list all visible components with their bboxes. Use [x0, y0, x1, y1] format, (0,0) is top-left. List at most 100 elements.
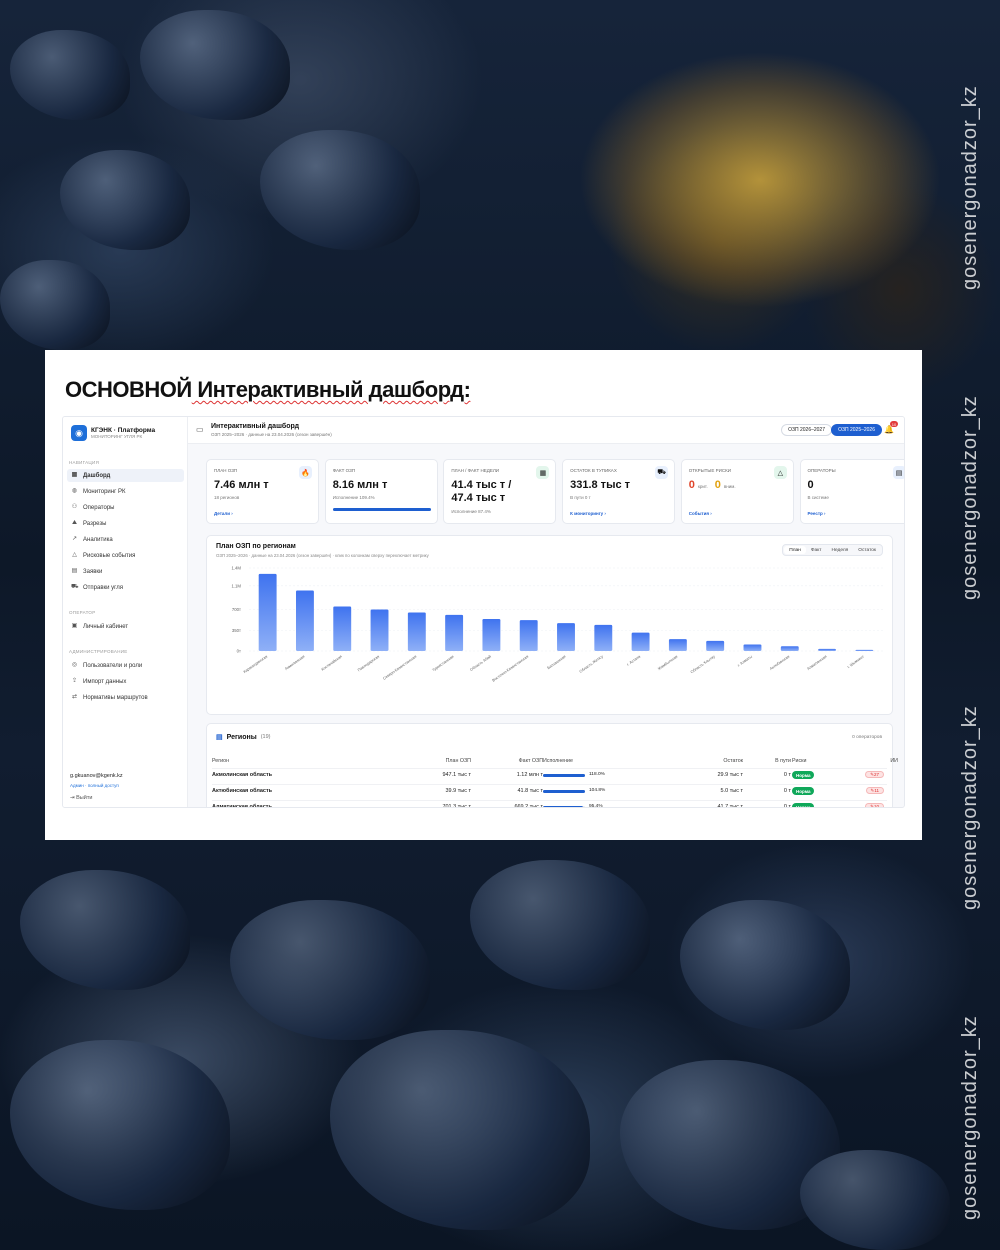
fact-value: 1.12 млн т — [516, 772, 543, 778]
headline: ОСНОВНОЙ Интерактивный дашборд: — [65, 377, 471, 403]
sidebar-item-label: Дашборд — [83, 472, 111, 479]
kpi-link[interactable]: К мониторингу › — [570, 511, 606, 516]
kpi-value: 41.4 тыс т / — [451, 479, 512, 491]
risk-badge: Норма — [792, 787, 815, 795]
chart-bar[interactable] — [445, 614, 464, 651]
kpi-subtext: В системе — [807, 495, 829, 500]
kpi-link[interactable]: События › — [689, 511, 712, 516]
execution-bar — [543, 806, 585, 807]
critical-count: 0 — [688, 479, 695, 491]
sidebar-item[interactable]: ◍ Мониторинг РК — [67, 485, 184, 498]
chart-bar[interactable] — [818, 648, 837, 651]
chart-bar[interactable] — [855, 649, 874, 651]
sidebar-item[interactable]: ▣ Личный кабинет — [67, 620, 184, 633]
ai-badge[interactable]: ✎ 10 — [865, 803, 884, 807]
kpi-label: План / Факт недели — [451, 468, 500, 473]
watermark-text: gosenergonadzor_kz — [959, 705, 981, 910]
sidebar-item-label: Личный кабинет — [83, 623, 129, 630]
ai-badge[interactable]: ✎ 11 — [865, 787, 884, 794]
region-name[interactable]: Актюбинская область — [212, 788, 272, 794]
chart-bar[interactable] — [631, 632, 650, 651]
chart-bar[interactable] — [594, 624, 613, 651]
watermark-text: gosenergonadzor_kz — [959, 395, 981, 600]
logout-button[interactable]: ⇥ Выйти — [70, 795, 92, 801]
x-tick-label: Балхашская — [547, 655, 567, 671]
x-tick-label: Павлодарская — [357, 655, 380, 673]
table-header: Остаток — [723, 758, 743, 764]
table-row-divider — [212, 768, 887, 769]
sidebar-item[interactable]: ⚇ Операторы — [67, 501, 184, 514]
kpi-subtext: В пути 0 т — [570, 495, 591, 500]
sidebar-item[interactable]: ▤ Заявки — [67, 565, 184, 578]
operators-count: 0 операторов — [852, 735, 882, 740]
kpi-link[interactable]: Детали › — [214, 511, 233, 516]
chart-bar[interactable] — [370, 609, 389, 652]
x-tick-label: Туркестанская — [431, 655, 454, 673]
chart-bar[interactable] — [407, 612, 426, 651]
chart-bar[interactable] — [258, 573, 277, 651]
sidebar-item[interactable]: ▦ Дашборд — [67, 469, 184, 482]
fact-value: 41.8 тыс т — [517, 788, 543, 794]
table-header: План ОЗП — [445, 758, 471, 764]
sidebar-item[interactable]: ◎ Пользователи и роли — [67, 659, 184, 672]
ai-count: 27 — [873, 772, 879, 777]
sidebar-item[interactable]: ↗ Аналитика — [67, 533, 184, 546]
season-2026-button[interactable]: ОЗП 2026–2027 — [781, 424, 832, 436]
kpi-label: План ОЗП — [214, 468, 238, 473]
chart-bar[interactable] — [333, 606, 352, 651]
region-name[interactable]: Акмолинская область — [212, 772, 272, 778]
kpi-card: Остаток в тупиках ⛟ 331.8 тыс т В пути 0 т К… — [562, 459, 676, 524]
chart-bar[interactable] — [557, 623, 575, 651]
sidebar-item-label: Операторы — [83, 504, 115, 511]
operators-icon: ⚇ — [71, 504, 78, 510]
chart-bar[interactable] — [743, 644, 762, 651]
sidebar-item-label: Мониторинг РК — [83, 488, 126, 495]
kpi-link[interactable]: Реестр › — [808, 511, 826, 516]
kpi-subtext: Исполнение 87.4% — [451, 509, 491, 514]
transit-value: 0 т — [783, 788, 791, 794]
chart-panel: План ОЗП по регионам ОЗП 2025–2026 · дан… — [206, 535, 893, 715]
sidebar-item[interactable]: ⛰ Разрезы — [67, 517, 184, 530]
watermark-text: gosenergonadzor_kz — [959, 1015, 981, 1220]
table-header: Исполнение — [543, 758, 573, 764]
chart-bar[interactable] — [706, 640, 725, 651]
sidebar-toggle-icon[interactable]: ▭ — [196, 425, 204, 434]
brand-name: КГЭНК · Платформа — [91, 427, 156, 434]
plan-value: 947.1 тыс т — [442, 772, 471, 778]
season-2025-button[interactable]: ОЗП 2025–2026 — [831, 424, 882, 436]
table-title: ▤ Регионы (19) — [216, 733, 271, 742]
chevron-right-icon: › — [230, 511, 233, 516]
chart-bar[interactable] — [295, 590, 314, 651]
table-header: Регион — [212, 758, 230, 764]
sidebar-item-label: Импорт данных — [83, 678, 127, 685]
shipment-icon: ⛟ — [71, 584, 79, 590]
chart-bar[interactable] — [668, 639, 687, 651]
kpi-label: Операторы — [807, 468, 836, 473]
logout-icon: ⇥ — [70, 795, 75, 801]
attention-label: вним. — [723, 484, 736, 489]
sidebar-item-label: Пользователи и роли — [83, 662, 143, 669]
x-tick-label: Северо-Казахстанская — [382, 655, 417, 681]
mine-icon: ⛰ — [71, 520, 78, 526]
screenshot-card: ОСНОВНОЙ Интерактивный дашборд: ◉ КГЭНК … — [45, 350, 922, 840]
kpi-label: Факт ОЗП — [332, 468, 356, 473]
chart-bar[interactable] — [519, 620, 538, 651]
sidebar-item[interactable]: ⇄ Нормативы маршрутов — [67, 691, 184, 704]
kpi-card: Факт ОЗП 8.16 млн т Исполнение 109.4% — [324, 459, 438, 524]
sidebar-item[interactable]: △ Рисковые события — [67, 549, 184, 562]
chevron-right-icon: › — [822, 511, 826, 516]
x-tick-label: Область Ұлытау — [690, 654, 716, 674]
sidebar-item[interactable]: ⛟ Отправки угля — [67, 581, 184, 594]
kpi-link-label: Реестр — [807, 511, 823, 516]
sidebar: ◉ КГЭНК · Платформа МОНИТОРИНГ УГЛЯ РК Н… — [63, 417, 188, 807]
sidebar-item-label: Заявки — [83, 568, 103, 575]
x-tick-label: г. Алматы — [737, 654, 753, 667]
x-tick-label: г. Астана — [626, 654, 642, 667]
sidebar-item[interactable]: ⇪ Импорт данных — [67, 675, 184, 688]
ai-badge[interactable]: ✎ 27 — [865, 771, 884, 778]
chart-bar[interactable] — [780, 646, 799, 651]
region-name[interactable]: Алматинская область — [212, 804, 272, 807]
attention-count: 0 — [714, 479, 721, 491]
chart-bar[interactable] — [482, 618, 501, 651]
warning-icon: △ — [72, 552, 77, 558]
